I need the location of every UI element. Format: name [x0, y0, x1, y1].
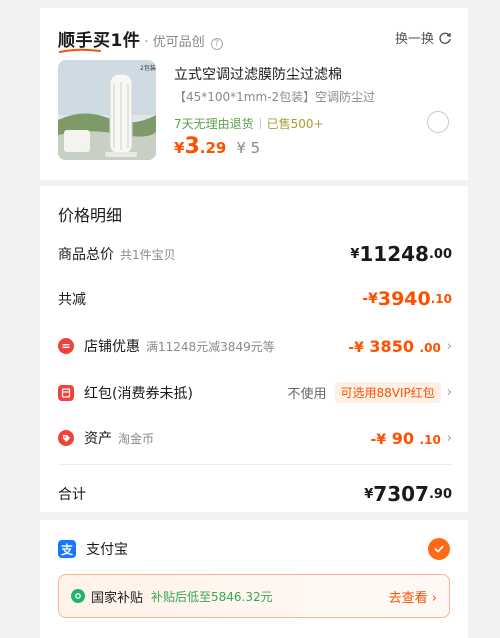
- store-discount-label: 店铺优惠: [84, 339, 140, 355]
- assets-tag-icon: [58, 430, 74, 446]
- national-subsidy-banner[interactable]: 国家补贴 补贴后低至5846.32元 去查看 ›: [58, 574, 450, 618]
- chevron-right-icon: ›: [446, 338, 452, 354]
- store-discount-amount: -¥ 3850 .00: [348, 337, 441, 356]
- price-detail-title: 价格明细: [58, 206, 123, 225]
- total-price-amount: ¥ 11248 .00: [350, 242, 452, 266]
- sold-count: 已售500+: [266, 117, 324, 131]
- product-spec: 【45*100*1mm-2包装】空调防尘过: [174, 90, 376, 104]
- alipay-option[interactable]: 支 支付宝: [58, 538, 450, 560]
- reduce-label: 共减: [58, 292, 86, 308]
- red-packet-icon: [58, 384, 74, 401]
- sum-decimal: .90: [428, 486, 452, 502]
- sum-row: 合计 ¥ 7307 .90: [58, 482, 452, 506]
- red-packet-status: 不使用: [287, 387, 327, 402]
- help-icon[interactable]: ?: [210, 38, 223, 50]
- subsidy-desc: 补贴后低至5846.32元: [151, 589, 273, 604]
- total-price-decimal: .00: [428, 246, 452, 262]
- assets-row[interactable]: 资产 淘金币 -¥ 90 .10 ›: [58, 428, 452, 448]
- chevron-right-icon: ›: [431, 590, 437, 606]
- assets-amount: -¥ 90 .10: [371, 429, 441, 448]
- price-symbol: ¥: [174, 139, 185, 157]
- select-product-radio[interactable]: [427, 111, 449, 133]
- price-decimal: .29: [199, 139, 227, 157]
- sum-symbol: ¥: [364, 486, 374, 502]
- store-discount-decimal: .00: [419, 340, 441, 355]
- chevron-right-icon: ›: [446, 430, 452, 446]
- divider: [58, 464, 452, 465]
- product-image: 2包装: [58, 60, 156, 160]
- vip-red-packet-chip[interactable]: 可选用88VIP红包: [334, 382, 441, 403]
- assets-decimal: .10: [419, 432, 441, 447]
- tag-separator: [259, 118, 261, 129]
- reduce-integer: 3940: [377, 288, 431, 310]
- store-discount-symbol: -¥: [348, 339, 364, 356]
- chevron-right-icon: ›: [446, 385, 452, 400]
- reduce-row: 共减 -¥ 3940 .10: [58, 288, 452, 310]
- assets-symbol: -¥: [370, 431, 387, 448]
- reduce-amount: -¥ 3940 .10: [362, 288, 452, 310]
- thumb-badge-text: 2包装: [140, 64, 156, 72]
- alipay-icon: 支: [58, 540, 76, 558]
- reduce-symbol: -¥: [362, 291, 378, 307]
- sum-amount: ¥ 7307 .90: [364, 482, 452, 506]
- assets-desc: 淘金币: [118, 431, 155, 446]
- total-price-row: 商品总价 共1件宝贝 ¥ 11248 .00: [58, 242, 452, 266]
- store-discount-icon: [58, 338, 74, 354]
- store-discount-integer: 3850: [369, 336, 414, 356]
- assets-right: -¥ 90 .10 ›: [371, 429, 452, 448]
- brand-subtitle: · 优可品创: [144, 35, 205, 50]
- red-packet-right: 不使用 可选用88VIP红包 ›: [288, 382, 452, 403]
- total-item-count: 共1件宝贝: [120, 247, 176, 262]
- total-price-label: 商品总价: [58, 247, 114, 263]
- reduce-decimal: .10: [430, 292, 452, 306]
- refresh-icon: [439, 32, 451, 44]
- price-detail-card: 价格明细 商品总价 共1件宝贝 ¥ 11248 .00 共减 -¥ 3940 .…: [40, 186, 468, 512]
- product-title[interactable]: 立式空调过滤膜防尘过滤棉: [174, 64, 342, 84]
- swap-label: 换一换: [394, 32, 434, 47]
- product-tags: 7天无理由退货 已售500+: [174, 115, 324, 132]
- red-packet-label: 红包(消费券未抵): [84, 385, 193, 402]
- price-integer: 3: [184, 134, 200, 159]
- checkmark-icon[interactable]: [428, 538, 450, 560]
- total-price-symbol: ¥: [350, 246, 360, 262]
- alipay-label: 支付宝: [86, 542, 128, 558]
- product-thumbnail[interactable]: 2包装: [58, 60, 156, 160]
- price-row: ¥ 3 .29 ¥ 5: [174, 134, 260, 159]
- sum-label: 合计: [58, 487, 86, 503]
- store-discount-row[interactable]: 店铺优惠 满11248元减3849元等 -¥ 3850 .00 ›: [58, 336, 452, 356]
- subsidy-title: 国家补贴: [91, 590, 144, 606]
- add-on-product-card: 顺手买1件 · 优可品创 ? 换一换 2包装 立式空调过滤膜防尘过滤棉 【45*…: [40, 8, 468, 180]
- store-discount-right: -¥ 3850 .00 ›: [348, 337, 452, 356]
- original-price: ¥ 5: [236, 139, 261, 157]
- assets-label: 资产: [84, 431, 112, 447]
- swap-button[interactable]: 换一换: [395, 28, 452, 47]
- store-discount-desc: 满11248元减3849元等: [146, 339, 275, 354]
- red-packet-row[interactable]: 红包(消费券未抵) 不使用 可选用88VIP红包 ›: [58, 382, 452, 403]
- sum-integer: 7307: [373, 482, 429, 506]
- brand-swoosh-icon: [59, 48, 101, 53]
- brand-row: 顺手买1件 · 优可品创 ?: [58, 26, 223, 53]
- payment-card: 支 支付宝 国家补贴 补贴后低至5846.32元 去查看 ›: [40, 520, 468, 638]
- return-policy-tag: 7天无理由退货: [174, 117, 254, 131]
- subsidy-view-link[interactable]: 去查看 ›: [389, 587, 437, 606]
- subsidy-icon: [71, 589, 85, 603]
- subsidy-view-label: 去查看: [388, 590, 428, 606]
- total-price-integer: 11248: [359, 242, 429, 266]
- assets-integer: 90: [391, 428, 414, 448]
